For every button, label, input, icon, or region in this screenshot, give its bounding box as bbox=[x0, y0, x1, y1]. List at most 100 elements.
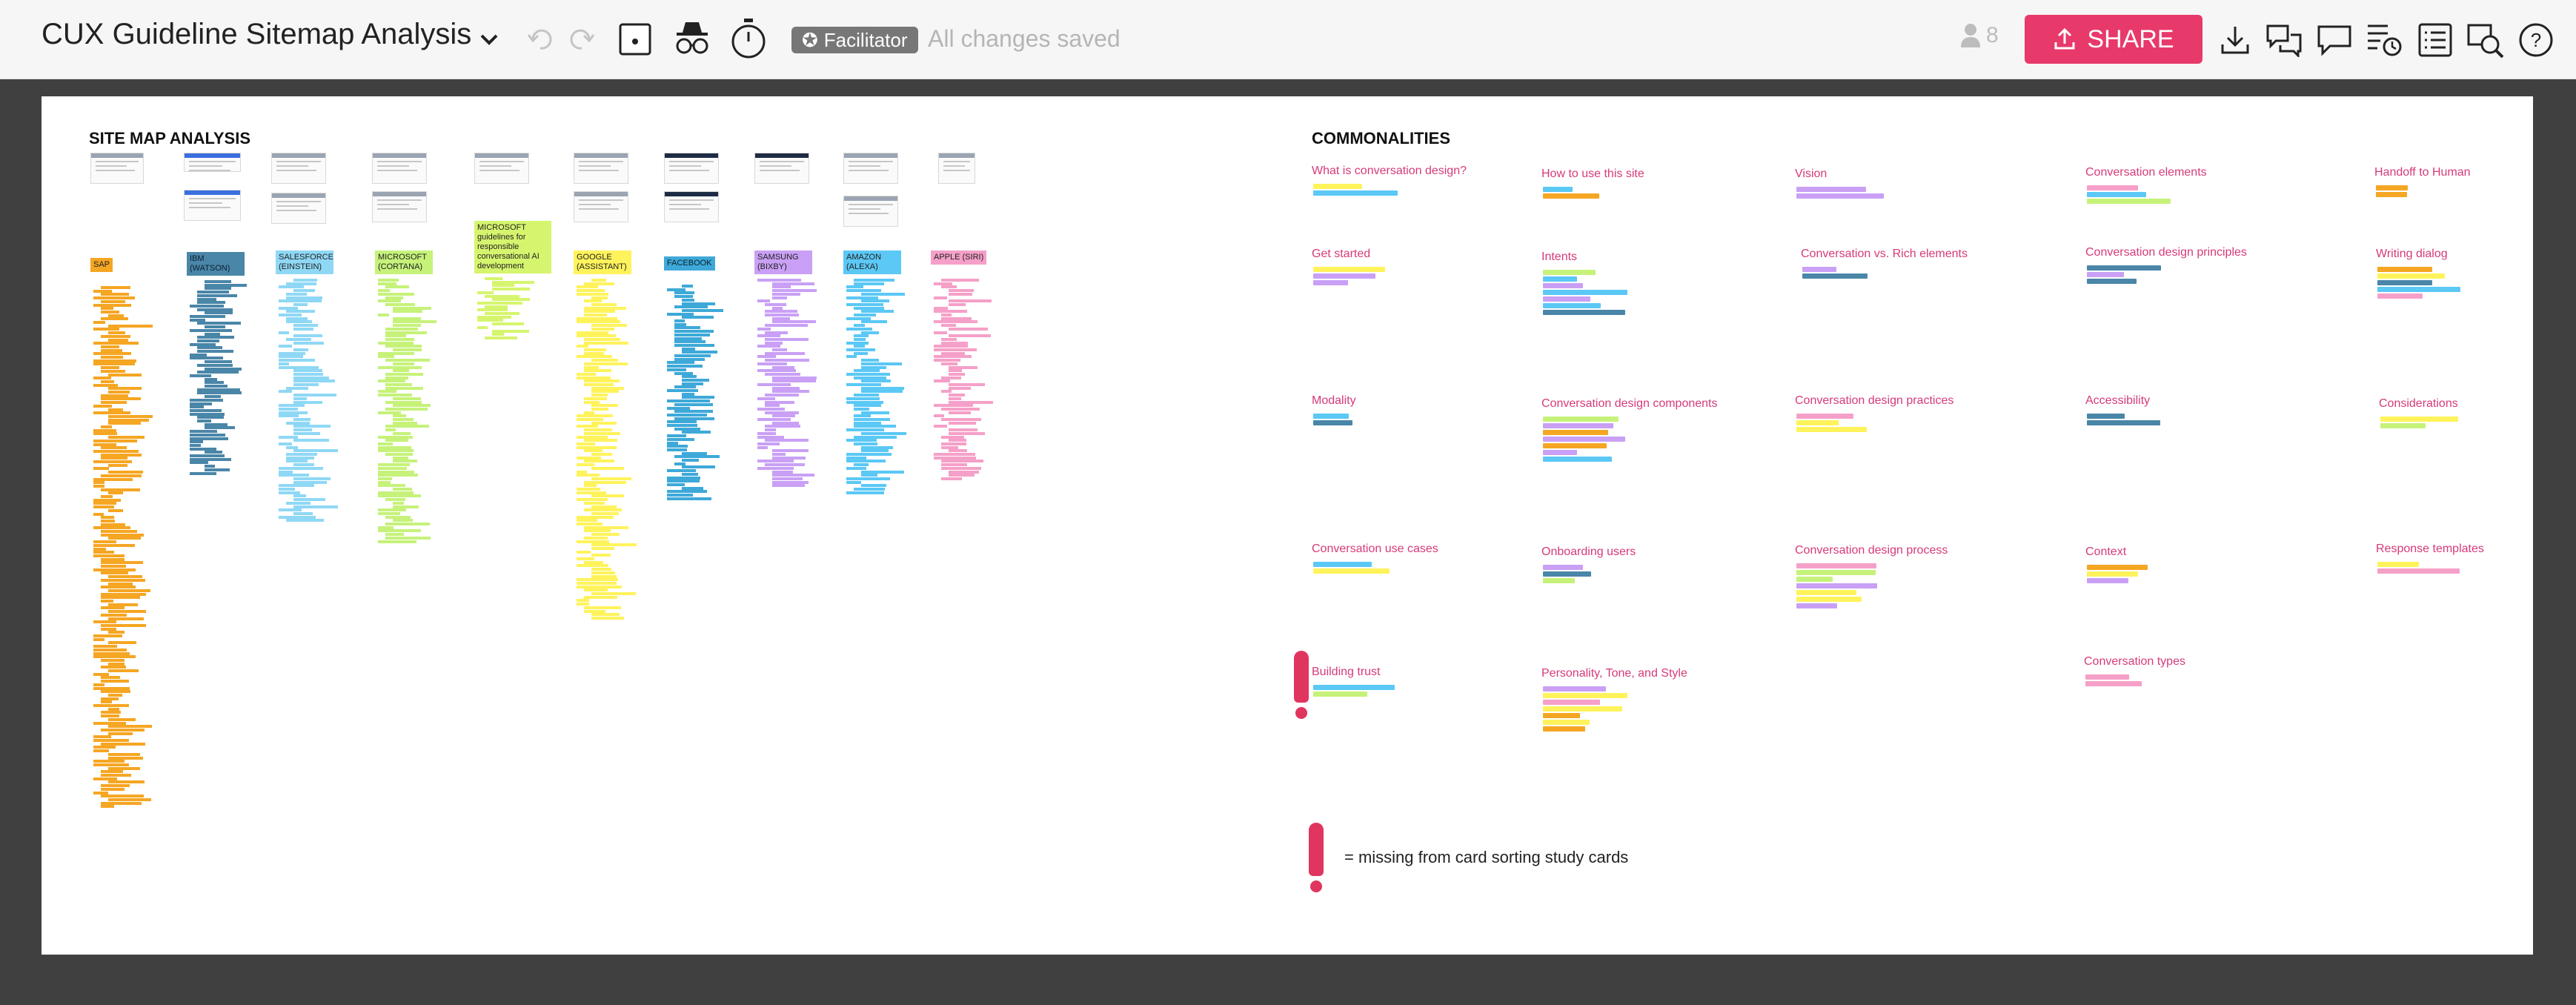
sitemap-node[interactable] bbox=[846, 400, 883, 404]
help-icon[interactable]: ? bbox=[2515, 19, 2557, 61]
category-card-chip[interactable] bbox=[1543, 430, 1608, 435]
sitemap-node[interactable] bbox=[854, 334, 869, 338]
sitemap-node[interactable] bbox=[293, 505, 338, 508]
sitemap-node[interactable] bbox=[949, 428, 977, 432]
page-thumbnail[interactable] bbox=[474, 153, 529, 184]
sitemap-node[interactable] bbox=[93, 634, 122, 637]
sitemap-node[interactable] bbox=[279, 285, 304, 289]
sitemap-node[interactable] bbox=[279, 404, 305, 408]
sitemap-node[interactable] bbox=[378, 466, 407, 470]
sitemap-node[interactable] bbox=[584, 365, 599, 369]
sitemap-node[interactable] bbox=[772, 474, 814, 477]
page-thumbnail[interactable] bbox=[843, 153, 898, 184]
commonality-category-title[interactable]: Writing dialog bbox=[2376, 248, 2448, 261]
sitemap-node[interactable] bbox=[854, 324, 865, 328]
sitemap-node[interactable] bbox=[667, 482, 685, 486]
sitemap-node[interactable] bbox=[93, 359, 136, 362]
sitemap-node[interactable] bbox=[93, 342, 139, 345]
sitemap-node[interactable] bbox=[682, 308, 723, 312]
sitemap-node[interactable] bbox=[108, 662, 125, 666]
sitemap-node[interactable] bbox=[577, 599, 589, 603]
category-card-chip[interactable] bbox=[1543, 700, 1600, 705]
sitemap-node[interactable] bbox=[279, 474, 309, 477]
sitemap-node[interactable] bbox=[591, 404, 618, 408]
sitemap-node[interactable] bbox=[108, 324, 153, 328]
sitemap-node[interactable] bbox=[949, 439, 966, 442]
sitemap-node[interactable] bbox=[190, 405, 204, 409]
sitemap-node[interactable] bbox=[949, 431, 985, 435]
sitemap-node[interactable] bbox=[584, 400, 600, 404]
sitemap-node[interactable] bbox=[485, 312, 519, 315]
sitemap-node[interactable] bbox=[477, 308, 508, 312]
sitemap-node[interactable] bbox=[385, 337, 414, 341]
sitemap-node[interactable] bbox=[667, 399, 710, 403]
page-thumbnail[interactable] bbox=[664, 191, 719, 222]
commonality-category-title[interactable]: Context bbox=[2085, 545, 2126, 559]
category-card-chip[interactable] bbox=[1796, 427, 1867, 432]
commonality-category-title[interactable]: Conversation use cases bbox=[1312, 543, 1438, 556]
sitemap-node[interactable] bbox=[378, 279, 399, 282]
sitemap-node[interactable] bbox=[293, 376, 329, 379]
sitemap-node[interactable] bbox=[674, 455, 720, 459]
sitemap-node[interactable] bbox=[577, 445, 617, 449]
sitemap-node[interactable] bbox=[577, 292, 608, 296]
sitemap-node[interactable] bbox=[286, 445, 298, 449]
page-thumbnail[interactable] bbox=[843, 196, 898, 227]
sitemap-node[interactable] bbox=[577, 418, 603, 421]
page-thumbnail[interactable] bbox=[754, 153, 809, 184]
sitemap-node[interactable] bbox=[101, 676, 120, 680]
sitemap-node[interactable] bbox=[591, 533, 620, 537]
category-card-chip[interactable] bbox=[2377, 267, 2432, 272]
sitemap-node[interactable] bbox=[378, 394, 412, 397]
sitemap-node[interactable] bbox=[757, 442, 780, 445]
sitemap-node[interactable] bbox=[667, 368, 686, 371]
sitemap-node[interactable] bbox=[108, 603, 138, 606]
sitemap-node[interactable] bbox=[205, 311, 233, 315]
sitemap-node[interactable] bbox=[293, 477, 331, 480]
sitemap-node[interactable] bbox=[93, 481, 104, 485]
sitemap-node[interactable] bbox=[279, 351, 305, 355]
sitemap-node[interactable] bbox=[378, 341, 414, 345]
sitemap-node[interactable] bbox=[591, 574, 617, 578]
sitemap-node[interactable] bbox=[378, 355, 394, 359]
sitemap-node[interactable] bbox=[279, 466, 323, 470]
sitemap-node[interactable] bbox=[93, 498, 121, 502]
sitemap-node[interactable] bbox=[93, 760, 125, 763]
commonality-category-title[interactable]: Considerations bbox=[2379, 397, 2458, 411]
sitemap-node[interactable] bbox=[101, 623, 146, 627]
sitemap-node[interactable] bbox=[949, 289, 974, 293]
sitemap-node[interactable] bbox=[674, 305, 708, 309]
sitemap-node[interactable] bbox=[101, 774, 131, 777]
sitemap-node[interactable] bbox=[674, 462, 686, 465]
category-card-chip[interactable] bbox=[1543, 270, 1596, 275]
category-card-chip[interactable] bbox=[2087, 414, 2125, 419]
sitemap-node[interactable] bbox=[197, 336, 234, 339]
sitemap-node[interactable] bbox=[385, 533, 404, 537]
sitemap-node[interactable] bbox=[101, 425, 112, 428]
sitemap-node[interactable] bbox=[682, 316, 714, 319]
sitemap-node[interactable] bbox=[577, 498, 608, 502]
sitemap-node[interactable] bbox=[485, 277, 502, 280]
sitemap-node[interactable] bbox=[682, 382, 703, 385]
sitemap-node[interactable] bbox=[205, 465, 215, 468]
sitemap-node[interactable] bbox=[190, 304, 224, 308]
category-card-chip[interactable] bbox=[1543, 437, 1625, 442]
sitemap-node[interactable] bbox=[279, 359, 315, 362]
sitemap-node[interactable] bbox=[93, 749, 109, 753]
sitemap-node[interactable] bbox=[854, 414, 871, 418]
sitemap-node[interactable] bbox=[941, 351, 965, 355]
sitemap-node[interactable] bbox=[584, 310, 615, 314]
sitemap-node[interactable] bbox=[757, 466, 794, 470]
category-card-chip[interactable] bbox=[1543, 720, 1590, 725]
category-card-chip[interactable] bbox=[1796, 597, 1862, 602]
sitemap-node[interactable] bbox=[765, 302, 786, 306]
category-card-chip[interactable] bbox=[1313, 273, 1375, 279]
sitemap-node[interactable] bbox=[757, 431, 776, 435]
sitemap-node[interactable] bbox=[286, 456, 314, 460]
sitemap-node[interactable] bbox=[591, 302, 617, 306]
sitemap-node[interactable] bbox=[765, 463, 805, 467]
sitemap-node[interactable] bbox=[101, 666, 126, 669]
sitemap-node[interactable] bbox=[941, 376, 961, 379]
sitemap-node[interactable] bbox=[765, 425, 800, 428]
sitemap-node[interactable] bbox=[861, 449, 889, 453]
